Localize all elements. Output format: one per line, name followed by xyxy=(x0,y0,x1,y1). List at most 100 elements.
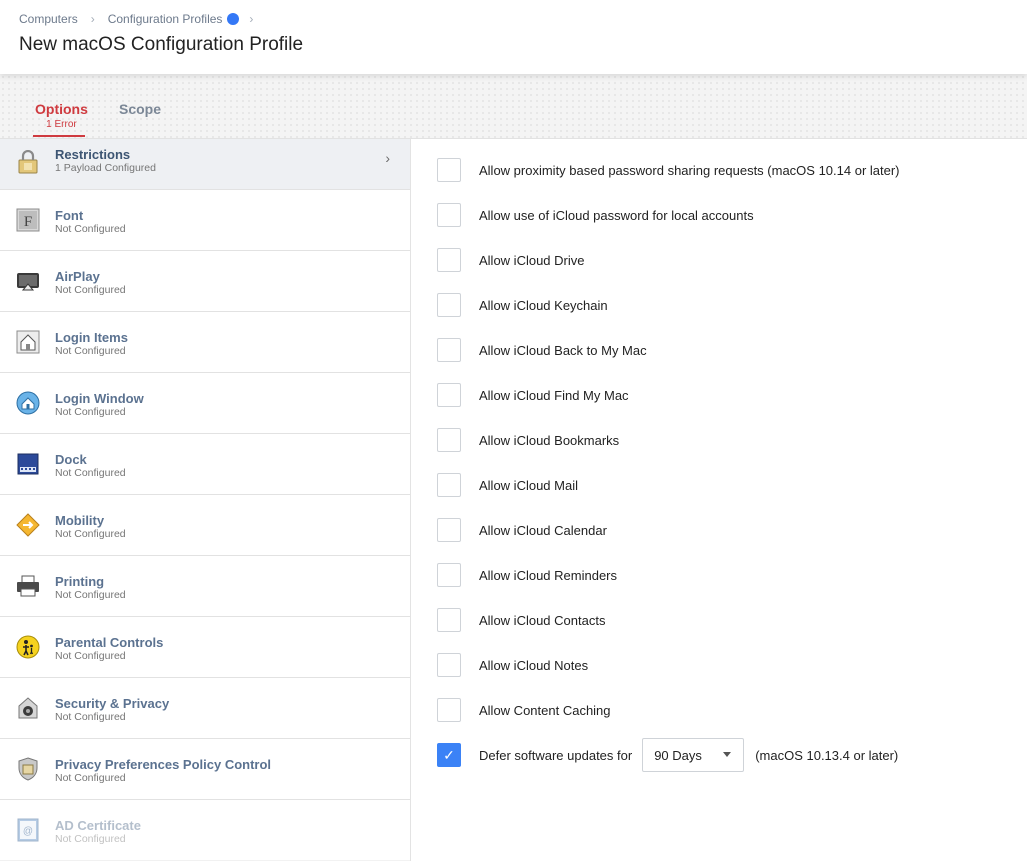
caret-down-icon xyxy=(723,752,732,757)
chevron-right-icon: › xyxy=(385,150,390,166)
sidebar-item-security-privacy[interactable]: Security & Privacy Not Configured xyxy=(0,678,410,739)
sidebar-item-ad-certificate[interactable]: @ AD Certificate Not Configured xyxy=(0,800,410,861)
option-label: Allow iCloud Calendar xyxy=(479,522,607,538)
option-label: Allow iCloud Keychain xyxy=(479,297,608,313)
sidebar-item-status: 1 Payload Configured xyxy=(55,162,156,174)
active-tab-indicator xyxy=(33,135,85,137)
dock-icon xyxy=(17,453,39,475)
sidebar-item-status: Not Configured xyxy=(55,528,126,540)
printer-icon xyxy=(17,575,39,597)
option-row: Allow iCloud Find My Mac xyxy=(437,382,629,408)
sidebar-item-dock[interactable]: Dock Not Configured xyxy=(0,434,410,495)
sidebar-item-label: AirPlay xyxy=(55,269,100,284)
breadcrumb-configuration-profiles[interactable]: Configuration Profiles xyxy=(108,12,223,26)
sidebar-item-label: Font xyxy=(55,208,84,223)
breadcrumb-computers[interactable]: Computers xyxy=(19,12,78,26)
security-icon xyxy=(18,697,38,719)
checkbox[interactable] xyxy=(437,383,461,407)
checkbox[interactable] xyxy=(437,158,461,182)
option-label: Allow iCloud Back to My Mac xyxy=(479,342,647,358)
sidebar-item-login-items[interactable]: Login Items Not Configured xyxy=(0,312,410,373)
defer-updates-checkbox[interactable]: ✓ xyxy=(437,743,461,767)
defer-days-value: 90 Days xyxy=(654,747,702,763)
checkbox[interactable] xyxy=(437,473,461,497)
sidebar-item-label: Printing xyxy=(55,574,105,589)
checkbox[interactable] xyxy=(437,248,461,272)
tab-options-error-badge: 1 Error xyxy=(46,119,77,130)
checkbox[interactable] xyxy=(437,203,461,227)
sidebar-item-parental-controls[interactable]: Parental Controls Not Configured xyxy=(0,617,410,678)
chevron-right-icon: › xyxy=(249,12,254,26)
option-label: Allow iCloud Drive xyxy=(479,252,585,268)
login-items-icon xyxy=(16,330,40,354)
sidebar-item-mobility[interactable]: Mobility Not Configured xyxy=(0,495,410,556)
option-label: Allow iCloud Bookmarks xyxy=(479,432,620,448)
checkbox[interactable] xyxy=(437,698,461,722)
option-label: Allow proximity based password sharing r… xyxy=(479,162,900,178)
sidebar-item-privacy-preferences[interactable]: Privacy Preferences Policy Control Not C… xyxy=(0,739,410,800)
airplay-icon xyxy=(17,273,39,291)
option-label: Allow use of iCloud password for local a… xyxy=(479,207,754,223)
sidebar-item-printing[interactable]: Printing Not Configured xyxy=(0,556,410,617)
option-row: Allow iCloud Keychain xyxy=(437,292,608,318)
option-label: Allow iCloud Find My Mac xyxy=(479,387,629,403)
option-row: Allow iCloud Calendar xyxy=(437,517,607,543)
sidebar-item-status: Not Configured xyxy=(55,650,126,662)
sidebar-item-restrictions[interactable]: Restrictions 1 Payload Configured › xyxy=(0,139,410,190)
checkbox[interactable] xyxy=(437,563,461,587)
sidebar-item-label: Login Window xyxy=(55,391,144,406)
sidebar-item-label: Privacy Preferences Policy Control xyxy=(55,757,272,772)
tab-bar: Options 1 Error Scope xyxy=(0,74,1027,139)
sidebar-item-label: Parental Controls xyxy=(55,635,164,650)
sidebar-item-label: Mobility xyxy=(55,513,105,528)
option-row: Allow iCloud Notes xyxy=(437,652,588,678)
font-icon: F xyxy=(16,208,40,232)
sidebar-item-label: Dock xyxy=(55,452,87,467)
svg-text:F: F xyxy=(24,214,32,230)
checkbox[interactable] xyxy=(437,608,461,632)
tab-options[interactable]: Options 1 Error xyxy=(33,101,88,137)
checkbox[interactable] xyxy=(437,428,461,452)
page-title: New macOS Configuration Profile xyxy=(19,34,304,55)
payload-sidebar: Restrictions 1 Payload Configured › F Fo… xyxy=(0,139,411,861)
sidebar-item-airplay[interactable]: AirPlay Not Configured xyxy=(0,251,410,312)
defer-days-select[interactable]: 90 Days xyxy=(642,738,745,772)
option-row: Allow iCloud Reminders xyxy=(437,562,617,588)
option-label: Allow iCloud Reminders xyxy=(479,567,617,583)
tab-scope[interactable]: Scope xyxy=(119,101,161,117)
status-dot-icon xyxy=(227,13,240,25)
option-row: Allow iCloud Bookmarks xyxy=(437,427,619,453)
page-header: Computers › Configuration Profiles › New… xyxy=(0,0,1027,74)
tab-options-label: Options xyxy=(35,101,88,117)
option-label: Allow iCloud Notes xyxy=(479,657,589,673)
checkbox[interactable] xyxy=(437,518,461,542)
sidebar-item-label: AD Certificate xyxy=(55,818,141,833)
sidebar-item-status: Not Configured xyxy=(55,467,126,479)
option-row: Allow Content Caching xyxy=(437,697,611,723)
checkbox[interactable] xyxy=(437,338,461,362)
option-label: Allow iCloud Contacts xyxy=(479,612,606,628)
option-row: Allow iCloud Back to My Mac xyxy=(437,337,647,363)
sidebar-item-status: Not Configured xyxy=(55,711,126,723)
restrictions-options-panel: Allow proximity based password sharing r… xyxy=(411,139,1027,861)
checkbox[interactable] xyxy=(437,293,461,317)
svg-text:@: @ xyxy=(23,826,33,837)
sidebar-item-status: Not Configured xyxy=(55,589,126,601)
sidebar-item-label: Login Items xyxy=(55,330,128,345)
sidebar-item-login-window[interactable]: Login Window Not Configured xyxy=(0,373,410,434)
checkbox[interactable] xyxy=(437,653,461,677)
chevron-right-icon: › xyxy=(90,12,95,26)
lock-icon xyxy=(18,150,38,174)
sidebar-item-status: Not Configured xyxy=(55,833,126,845)
shield-icon xyxy=(18,757,38,781)
option-row: Allow iCloud Contacts xyxy=(437,607,605,633)
sidebar-item-label: Restrictions xyxy=(55,147,131,162)
sidebar-item-status: Not Configured xyxy=(55,345,126,357)
defer-updates-note: (macOS 10.13.4 or later) xyxy=(755,747,899,763)
sidebar-item-status: Not Configured xyxy=(55,406,126,418)
sidebar-item-font[interactable]: F Font Not Configured xyxy=(0,190,410,251)
option-row: Allow iCloud Mail xyxy=(437,472,578,498)
parental-controls-icon xyxy=(16,635,40,659)
option-row: Allow iCloud Drive xyxy=(437,247,584,273)
login-window-icon xyxy=(16,391,40,415)
